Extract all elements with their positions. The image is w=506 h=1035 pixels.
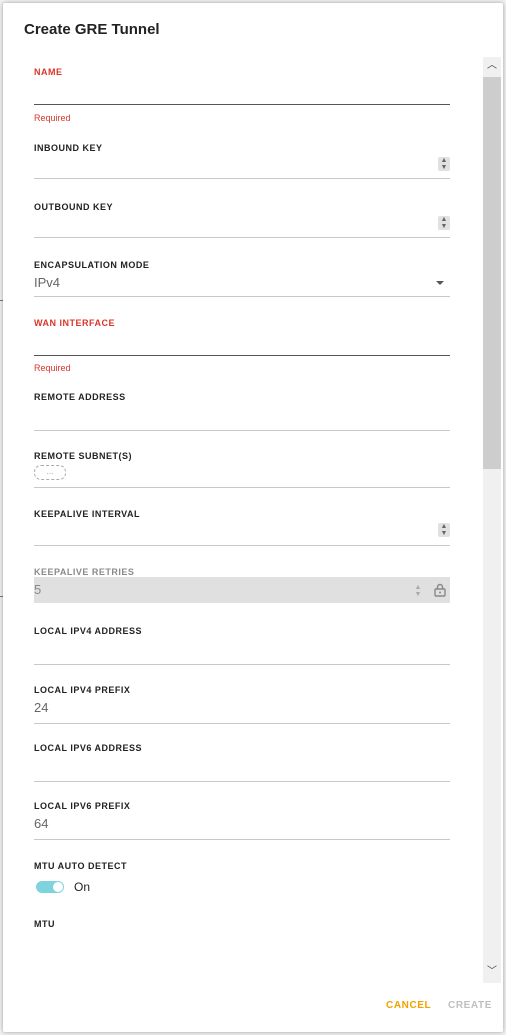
keepalive-interval-field[interactable]: KEEPALIVE INTERVAL ▲ ▼ — [34, 509, 450, 549]
outbound-key-label: OUTBOUND KEY — [34, 202, 114, 212]
remote-address-label: REMOTE ADDRESS — [34, 392, 126, 402]
form-scrollbar[interactable]: ︿ ﹀ — [483, 57, 501, 983]
keepalive-retries-stepper-icon: ▲ ▼ — [414, 584, 422, 598]
lock-icon — [434, 583, 446, 597]
mtu-auto-detect-field: MTU AUTO DETECT On — [34, 861, 450, 901]
remote-subnets-field[interactable]: REMOTE SUBNET(S) ... — [34, 451, 450, 491]
local-ipv4-address-input-line[interactable] — [34, 664, 450, 665]
keepalive-interval-label: KEEPALIVE INTERVAL — [34, 509, 141, 519]
local-ipv6-prefix-value[interactable]: 64 — [34, 816, 48, 831]
name-input-line[interactable] — [34, 104, 450, 105]
local-ipv4-address-label: LOCAL IPV4 ADDRESS — [34, 626, 143, 636]
wan-interface-label: WAN INTERFACE — [34, 318, 116, 328]
create-gre-tunnel-dialog: Create GRE Tunnel NAME Required INBOUND … — [3, 3, 503, 1032]
inbound-key-stepper[interactable]: ▲ ▼ — [438, 157, 450, 171]
wan-interface-field[interactable]: WAN INTERFACE Required — [34, 318, 450, 373]
form-scroll-area: NAME Required INBOUND KEY ▲ ▼ OUTBOUND KE… — [3, 57, 503, 983]
outbound-key-input-line[interactable] — [34, 237, 450, 238]
inbound-key-label: INBOUND KEY — [34, 143, 103, 153]
local-ipv6-prefix-line — [34, 839, 450, 840]
local-ipv4-address-field[interactable]: LOCAL IPV4 ADDRESS — [34, 626, 450, 666]
remote-address-input-line[interactable] — [34, 430, 450, 431]
encapsulation-mode-value: IPv4 — [34, 275, 61, 290]
mtu-auto-detect-state: On — [74, 880, 91, 894]
local-ipv6-address-field[interactable]: LOCAL IPV6 ADDRESS — [34, 743, 450, 783]
local-ipv4-prefix-label: LOCAL IPV4 PREFIX — [34, 685, 131, 695]
remote-address-field[interactable]: REMOTE ADDRESS — [34, 392, 450, 432]
scrollbar-thumb[interactable] — [483, 77, 501, 469]
toggle-knob — [53, 882, 63, 892]
cancel-button[interactable]: CANCEL — [386, 1000, 431, 1011]
local-ipv4-prefix-line — [34, 723, 450, 724]
local-ipv6-prefix-label: LOCAL IPV6 PREFIX — [34, 801, 131, 811]
scroll-down-icon[interactable]: ﹀ — [483, 963, 501, 981]
mtu-field[interactable]: MTU — [34, 919, 450, 959]
keepalive-retries-label: KEEPALIVE RETRIES — [34, 567, 135, 577]
remote-subnets-label: REMOTE SUBNET(S) — [34, 451, 132, 461]
scroll-up-icon[interactable]: ︿ — [483, 57, 501, 75]
local-ipv4-prefix-field[interactable]: LOCAL IPV4 PREFIX 24 — [34, 685, 450, 725]
keepalive-interval-stepper[interactable]: ▲ ▼ — [438, 523, 450, 537]
mtu-auto-detect-label: MTU AUTO DETECT — [34, 861, 127, 871]
wan-interface-input-line[interactable] — [34, 355, 450, 356]
remote-subnets-line — [34, 487, 450, 488]
dropdown-arrow-icon[interactable] — [436, 281, 444, 285]
mtu-auto-detect-toggle[interactable] — [36, 881, 64, 893]
keepalive-retries-disabled-box — [34, 577, 450, 603]
keepalive-retries-value: 5 — [34, 582, 42, 597]
add-subnet-chip[interactable]: ... — [34, 465, 66, 480]
mtu-label: MTU — [34, 919, 55, 929]
local-ipv6-address-input-line[interactable] — [34, 781, 450, 782]
wan-interface-required-helper: Required — [34, 363, 71, 373]
encapsulation-mode-line — [34, 296, 450, 297]
keepalive-retries-field: KEEPALIVE RETRIES 5 ▲ ▼ — [34, 567, 450, 607]
local-ipv6-address-label: LOCAL IPV6 ADDRESS — [34, 743, 143, 753]
inbound-key-field[interactable]: INBOUND KEY ▲ ▼ — [34, 143, 450, 183]
keepalive-interval-input-line[interactable] — [34, 545, 450, 546]
outbound-key-field[interactable]: OUTBOUND KEY ▲ ▼ — [34, 202, 450, 242]
create-button[interactable]: CREATE — [448, 1000, 492, 1011]
name-label: NAME — [34, 67, 63, 77]
local-ipv6-prefix-field[interactable]: LOCAL IPV6 PREFIX 64 — [34, 801, 450, 841]
dialog-title: Create GRE Tunnel — [24, 21, 160, 38]
outbound-key-stepper[interactable]: ▲ ▼ — [438, 216, 450, 230]
encapsulation-mode-select[interactable]: ENCAPSULATION MODE IPv4 — [34, 260, 450, 300]
name-field[interactable]: NAME Required — [34, 67, 450, 123]
local-ipv4-prefix-value[interactable]: 24 — [34, 700, 48, 715]
encapsulation-mode-label: ENCAPSULATION MODE — [34, 260, 150, 270]
inbound-key-input-line[interactable] — [34, 178, 450, 179]
name-required-helper: Required — [34, 113, 71, 123]
